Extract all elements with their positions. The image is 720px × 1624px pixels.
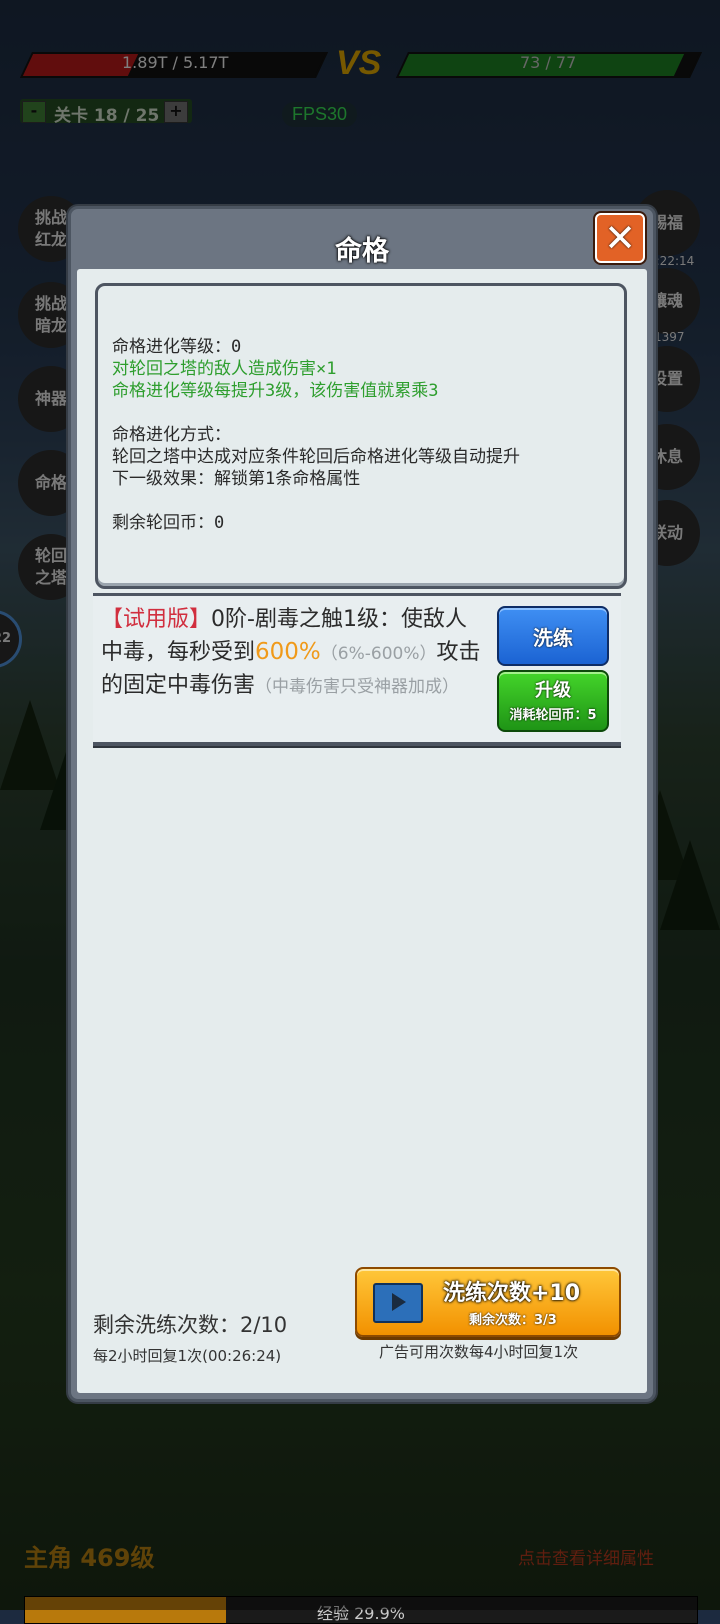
next-level-effect-text: 下一级效果：解锁第1条命格属性 xyxy=(112,469,361,489)
ad-remaining: 剩余次数：3/3 xyxy=(469,1313,557,1328)
video-play-icon xyxy=(373,1283,423,1323)
trait-note: （中毒伤害只受神器加成） xyxy=(255,677,460,697)
ad-button-label: 洗练次数+10 xyxy=(443,1281,581,1306)
dialog-title: 命格 xyxy=(335,236,389,267)
upgrade-button[interactable]: 升级 消耗轮回币：5 xyxy=(497,670,609,732)
fate-info-panel: 命格进化等级：0 对轮回之塔的敌人造成伤害×1 命格进化等级每提升3级，该伤害值… xyxy=(95,283,627,589)
refine-button[interactable]: 洗练 xyxy=(497,606,609,666)
close-button[interactable]: ✕ xyxy=(595,213,645,263)
refine-recover-note: 每2小时回复1次(00:26:24) xyxy=(93,1347,282,1365)
upgrade-label: 升级 xyxy=(535,680,571,701)
trait-description: 【试用版】0阶-剧毒之触1级：使敌人中毒，每秒受到600%（6%-600%）攻击… xyxy=(101,604,485,703)
trait-card: 【试用版】0阶-剧毒之触1级：使敌人中毒，每秒受到600%（6%-600%）攻击… xyxy=(93,593,621,746)
watch-ad-button[interactable]: 洗练次数+10 剩余次数：3/3 xyxy=(355,1267,621,1337)
remaining-refines: 剩余洗练次数：2/10 xyxy=(93,1313,288,1337)
trait-range: （6%-600%） xyxy=(320,644,437,664)
ad-recover-note: 广告可用次数每4小时回复1次 xyxy=(379,1343,579,1361)
damage-multiplier-text: 命格进化等级每提升3级，该伤害值就累乘3 xyxy=(112,381,439,401)
trial-tag: 【试用版】 xyxy=(101,607,212,632)
upgrade-cost: 消耗轮回币：5 xyxy=(509,708,597,723)
fate-dialog: 命格 ✕ 命格进化等级：0 对轮回之塔的敌人造成伤害×1 命格进化等级每提升3级… xyxy=(68,206,656,1402)
trait-value: 600% xyxy=(255,639,321,665)
dialog-body: 命格进化等级：0 对轮回之塔的敌人造成伤害×1 命格进化等级每提升3级，该伤害值… xyxy=(77,269,647,1393)
remaining-coins-text: 剩余轮回币：0 xyxy=(112,513,225,533)
close-icon: ✕ xyxy=(604,216,636,260)
